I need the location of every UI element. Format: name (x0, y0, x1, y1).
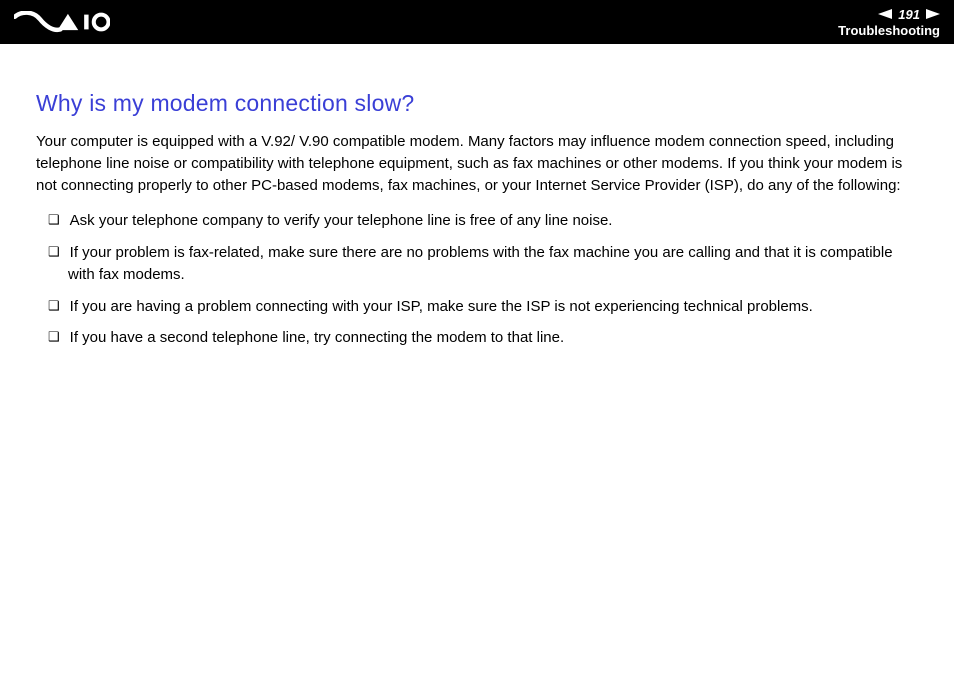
prev-page-arrow-icon[interactable] (878, 7, 892, 22)
page-number: 191 (898, 7, 920, 22)
document-page: 191 Troubleshooting Why is my modem conn… (0, 0, 954, 674)
bullet-list: Ask your telephone company to verify you… (36, 210, 918, 349)
page-header: 191 Troubleshooting (0, 0, 954, 44)
header-right: 191 Troubleshooting (838, 7, 940, 38)
list-item: If your problem is fax-related, make sur… (48, 242, 918, 286)
article-title: Why is my modem connection slow? (36, 90, 918, 117)
article-body: Why is my modem connection slow? Your co… (0, 44, 954, 359)
section-label: Troubleshooting (838, 23, 940, 38)
page-navigation: 191 (878, 7, 940, 22)
article-intro: Your computer is equipped with a V.92/ V… (36, 131, 918, 196)
vaio-logo (14, 11, 110, 33)
next-page-arrow-icon[interactable] (926, 7, 940, 22)
list-item: If you are having a problem connecting w… (48, 296, 918, 318)
list-item: If you have a second telephone line, try… (48, 327, 918, 349)
list-item: Ask your telephone company to verify you… (48, 210, 918, 232)
